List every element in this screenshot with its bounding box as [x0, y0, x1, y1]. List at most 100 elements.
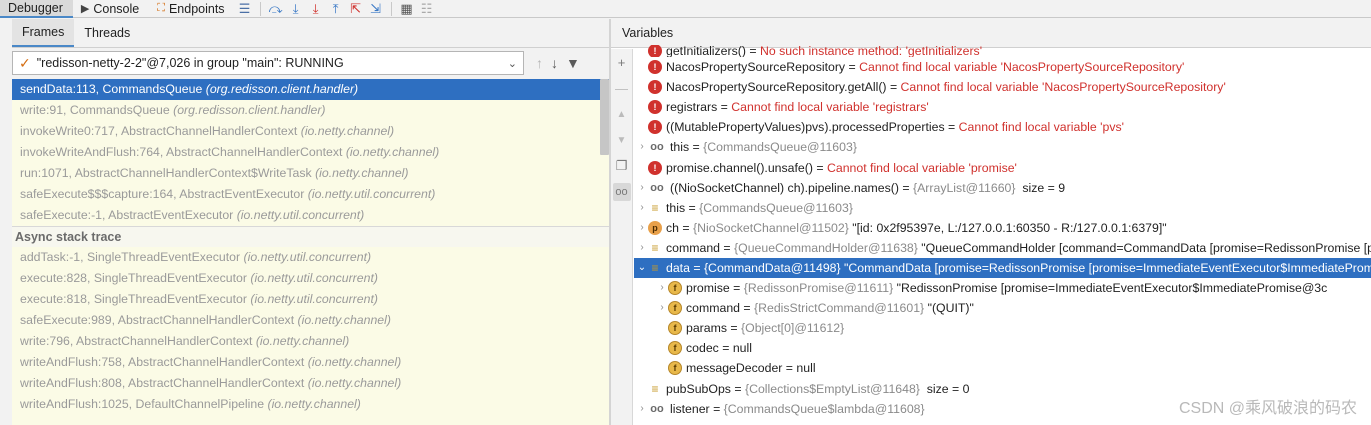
variable-row[interactable]: ! ((MutablePropertyValues)pvs).processedP… [634, 117, 1371, 137]
equals-sign: = [718, 341, 733, 356]
equals-sign: = [720, 240, 735, 255]
variable-row[interactable]: › oo ((NioSocketChannel) ch).pipeline.name… [634, 178, 1371, 198]
equals-sign: = [944, 120, 959, 135]
frame-method: writeAndFlush:808, AbstractChannelHandle… [20, 376, 305, 390]
error-message: Cannot find local variable 'NacosPropert… [859, 60, 1185, 75]
variable-type: {CommandData@11498} [703, 260, 841, 275]
tab-console[interactable]: ▶ Console [73, 0, 149, 18]
variable-value: null [732, 341, 752, 356]
variable-type: {CommandsQueue@11603} [699, 200, 853, 215]
variable-row[interactable]: › ≡ this = {CommandsQueue@11603} [634, 198, 1371, 218]
frame-package: (io.netty.channel) [307, 376, 402, 390]
frame-method: safeExecute:-1, AbstractEventExecutor [20, 208, 234, 222]
filter-icon[interactable]: ▼ [566, 55, 580, 71]
error-icon: ! [648, 120, 662, 135]
table-icon[interactable]: ▦ [399, 1, 415, 17]
frame-row[interactable]: writeAndFlush:1025, DefaultChannelPipeli… [12, 394, 609, 415]
list-icon[interactable]: ☰ [237, 1, 253, 17]
toolbar-separator [390, 1, 392, 16]
toolbar-separator [259, 1, 261, 16]
variable-row[interactable]: f params = {Object[0]@11612} [634, 318, 1371, 338]
frames-panel: Frames Threads ✓ "redisson-netty-2-2"@7,… [0, 19, 609, 425]
expand-arrow-icon[interactable]: ⌄ [636, 258, 648, 278]
step-out-icon[interactable]: ⤒ [328, 1, 344, 17]
variable-row[interactable]: ! promise.channel().unsafe() = Cannot fin… [634, 157, 1371, 177]
add-watch-icon[interactable]: + [613, 53, 631, 71]
variable-type: {NioSocketChannel@11502} [693, 220, 849, 235]
frame-package: (io.netty.channel) [267, 397, 361, 411]
frame-row[interactable]: execute:828, SingleThreadEventExecutor (… [12, 268, 609, 289]
variable-row[interactable]: f codec = null [634, 338, 1371, 358]
expand-arrow-icon[interactable]: › [656, 278, 668, 298]
run-to-cursor-icon[interactable]: ⇲ [368, 1, 384, 17]
expand-arrow-icon[interactable]: › [636, 137, 648, 157]
thread-selector[interactable]: ✓ "redisson-netty-2-2"@7,026 in group "m… [12, 51, 524, 75]
expand-arrow-icon[interactable]: › [636, 218, 648, 238]
down-icon[interactable]: ▼ [613, 131, 631, 149]
variable-row[interactable]: › f promise = {RedissonPromise@11611} "Red… [634, 278, 1371, 298]
up-icon[interactable]: ▲ [613, 105, 631, 123]
expand-arrow-icon[interactable]: › [636, 198, 648, 218]
frame-row[interactable]: safeExecute:-1, AbstractEventExecutor (i… [12, 205, 609, 226]
variable-type: {CommandsQueue$lambda@11608} [723, 401, 925, 416]
variable-row[interactable]: ⌄ ≡ data = {CommandData@11498} "CommandDat… [634, 257, 1371, 279]
variable-value: size = 0 [919, 381, 970, 396]
frame-row[interactable]: writeAndFlush:808, AbstractChannelHandle… [12, 373, 609, 394]
frame-method: safeExecute:989, AbstractChannelHandlerC… [20, 313, 295, 327]
minus-icon[interactable]: — [613, 79, 631, 97]
frame-row[interactable]: execute:818, SingleThreadEventExecutor (… [12, 289, 609, 310]
frame-row[interactable]: write:796, AbstractChannelHandlerContext… [12, 331, 609, 352]
frame-row[interactable]: sendData:113, CommandsQueue (org.redisso… [12, 79, 609, 100]
frame-row[interactable]: invokeWriteAndFlush:764, AbstractChannel… [12, 142, 609, 163]
expand-arrow-icon[interactable]: › [636, 178, 648, 198]
variable-row[interactable]: f messageDecoder = null [634, 358, 1371, 378]
tab-threads[interactable]: Threads [74, 19, 140, 47]
variable-value: size = 9 [1015, 180, 1066, 195]
frame-row[interactable]: safeExecute$$$capture:164, AbstractEvent… [12, 184, 609, 205]
tab-debugger[interactable]: Debugger [0, 0, 73, 18]
frame-row[interactable]: run:1071, AbstractChannelHandlerContext$… [12, 163, 609, 184]
variable-row[interactable]: › p ch = {NioSocketChannel@11502} "[id: 0x… [634, 218, 1371, 238]
variable-row[interactable]: ! NacosPropertySourceRepository.getAll() … [634, 77, 1371, 97]
variable-value: "CommandData [promise=RedissonPromise [p… [840, 260, 1371, 275]
variable-row[interactable]: ! registrars = Cannot find local variable… [634, 97, 1371, 117]
error-icon: ! [648, 160, 662, 175]
variable-row[interactable]: › f command = {RedisStrictCommand@11601} "… [634, 298, 1371, 318]
frame-row[interactable]: writeAndFlush:758, AbstractChannelHandle… [12, 352, 609, 373]
parameter-icon: p [648, 220, 662, 235]
variable-name: command [686, 301, 740, 316]
variable-row[interactable]: ! getInitializers() = No such instance me… [634, 45, 1371, 57]
variable-name: promise [686, 281, 730, 296]
variable-type: {RedisStrictCommand@11601} [754, 301, 925, 316]
drop-frame-icon[interactable]: ⇱ [348, 1, 364, 17]
variable-icon: ≡ [651, 240, 659, 255]
frame-row[interactable]: invokeWrite0:717, AbstractChannelHandler… [12, 121, 609, 142]
frame-method: run:1071, AbstractChannelHandlerContext$… [20, 166, 312, 180]
frame-row[interactable]: write:91, CommandsQueue (org.redisson.cl… [12, 100, 609, 121]
step-over-icon[interactable]: ⤓ [288, 1, 304, 17]
field-icon: f [668, 341, 682, 356]
frame-package: (org.redisson.client.handler) [173, 103, 326, 117]
equals-sign: = [709, 401, 724, 416]
variable-row[interactable]: › ≡ command = {QueueCommandHolder@11638} "… [634, 238, 1371, 258]
equals-sign: = [717, 100, 732, 115]
frame-package: (io.netty.channel) [297, 313, 391, 327]
expand-arrow-icon[interactable]: › [636, 238, 648, 258]
frames-scrollbar[interactable] [600, 79, 609, 155]
show-execution-point-icon[interactable]: ⤼ [268, 1, 284, 17]
frame-row[interactable]: addTask:-1, SingleThreadEventExecutor (i… [12, 247, 609, 268]
expand-arrow-icon[interactable]: › [656, 298, 668, 318]
variable-row[interactable]: › oo this = {CommandsQueue@11603} [634, 137, 1371, 157]
watches-glasses-icon[interactable]: oo [612, 183, 631, 201]
arrow-up-icon[interactable]: ↑ [536, 55, 543, 71]
copy-icon[interactable]: ❐ [613, 157, 631, 175]
step-into-icon[interactable]: ⤓ [308, 1, 324, 17]
variable-row[interactable]: ! NacosPropertySourceRepository = Cannot … [634, 57, 1371, 77]
arrow-down-icon[interactable]: ↓ [551, 55, 558, 71]
settings-grid-icon[interactable]: ☷ [419, 1, 435, 17]
tab-frames[interactable]: Frames [12, 19, 75, 47]
variable-value: "QueueCommandHolder [command=CommandData… [921, 240, 1371, 255]
tab-endpoints[interactable]: ⛶ Endpoints [149, 0, 234, 18]
frame-row[interactable]: safeExecute:989, AbstractChannelHandlerC… [12, 310, 609, 331]
expand-arrow-icon[interactable]: › [636, 399, 648, 419]
